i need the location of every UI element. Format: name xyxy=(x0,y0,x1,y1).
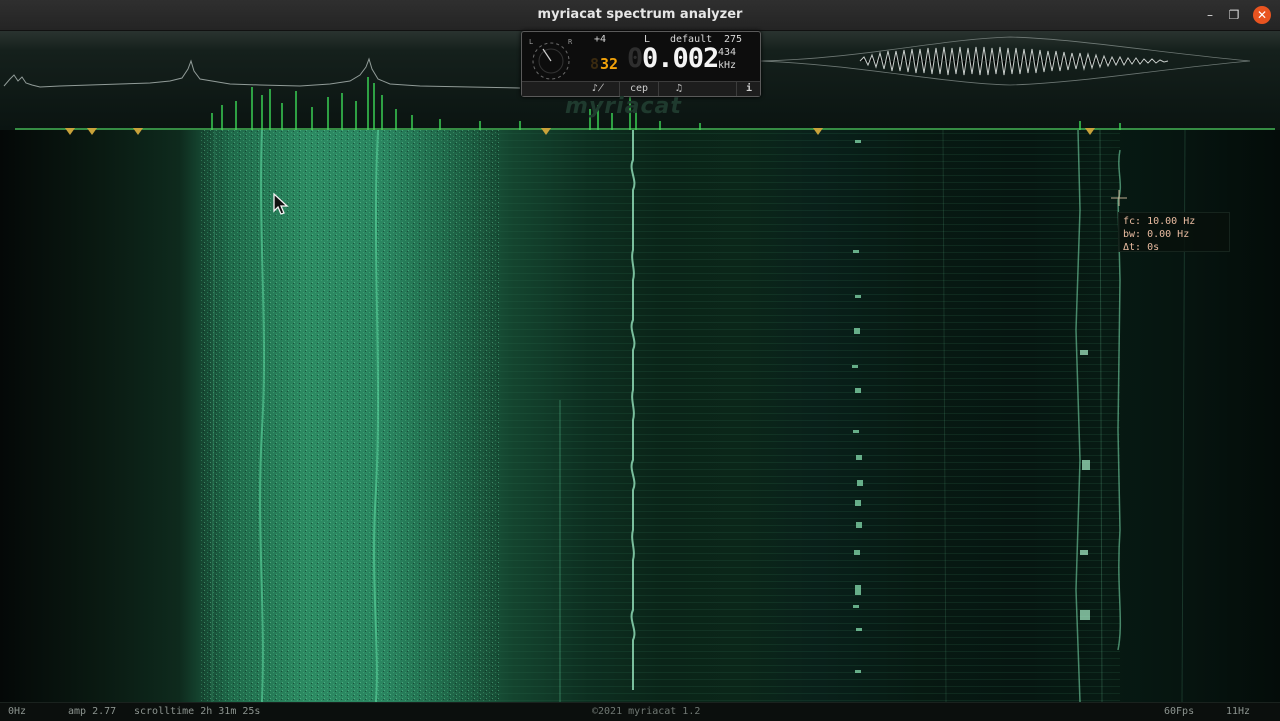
tooltip-bw: bw: 0.00 Hz xyxy=(1123,229,1190,240)
tooltip-fc: fc: 10.00 Hz xyxy=(1123,216,1196,227)
amp-label[interactable]: amp 2.77 xyxy=(68,706,116,717)
title-bar: myriacat spectrum analyzer – ❐ ✕ xyxy=(0,0,1280,31)
svg-text:R: R xyxy=(568,38,573,46)
frequency-readout: 0.002 xyxy=(642,43,719,74)
analog-dial-icon[interactable]: L R xyxy=(527,35,575,83)
freq-low-label: 0Hz xyxy=(8,706,27,717)
marker-row xyxy=(65,128,1095,135)
tooltip-dt: Δt: 0s xyxy=(1123,242,1160,253)
minimize-button[interactable]: – xyxy=(1202,7,1218,23)
mouse-pointer-icon xyxy=(273,193,289,215)
triangle-marker-icon xyxy=(1085,128,1095,135)
copyright-label: ©2021 myriacat 1.2 xyxy=(592,706,701,717)
triangle-marker-icon xyxy=(87,128,97,135)
spectrogram-traces xyxy=(200,130,1186,702)
freq-high-label: 11Hz xyxy=(1226,706,1251,717)
small-readout: 434 xyxy=(718,47,737,58)
svg-text:L: L xyxy=(529,38,533,46)
spectrogram-view[interactable] xyxy=(0,128,1280,702)
logo-watermark: myriacat xyxy=(565,94,682,119)
triangle-marker-icon xyxy=(813,128,823,135)
unit-label: kHz xyxy=(718,60,737,71)
fps-label: 60Fps xyxy=(1164,706,1195,717)
frequency-tooltip: fc: 10.00 Hz bw: 0.00 Hz Δt: 0s xyxy=(1118,212,1230,253)
count-value: 275 xyxy=(724,34,743,45)
status-bar: 0Hz amp 2.77 scrolltime 2h 31m 25s ©2021… xyxy=(0,702,1280,721)
triangle-marker-icon xyxy=(65,128,75,135)
info-button[interactable]: i xyxy=(736,82,761,96)
tuner-panel: L R +4 L default 275 8 32 0 0.002 434 kH… xyxy=(521,31,761,97)
scrolltime-label[interactable]: scrolltime 2h 31m 25s xyxy=(134,706,260,717)
triangle-marker-icon xyxy=(133,128,143,135)
ghost-digit: 8 xyxy=(590,55,600,73)
close-button[interactable]: ✕ xyxy=(1253,6,1271,24)
ghost-zero: 0 xyxy=(627,43,644,74)
maximize-button[interactable]: ❐ xyxy=(1226,7,1242,23)
amber-readout: 32 xyxy=(600,55,619,73)
offset-value[interactable]: +4 xyxy=(594,34,606,45)
triangle-marker-icon xyxy=(541,128,551,135)
window-title: myriacat spectrum analyzer xyxy=(537,7,743,22)
